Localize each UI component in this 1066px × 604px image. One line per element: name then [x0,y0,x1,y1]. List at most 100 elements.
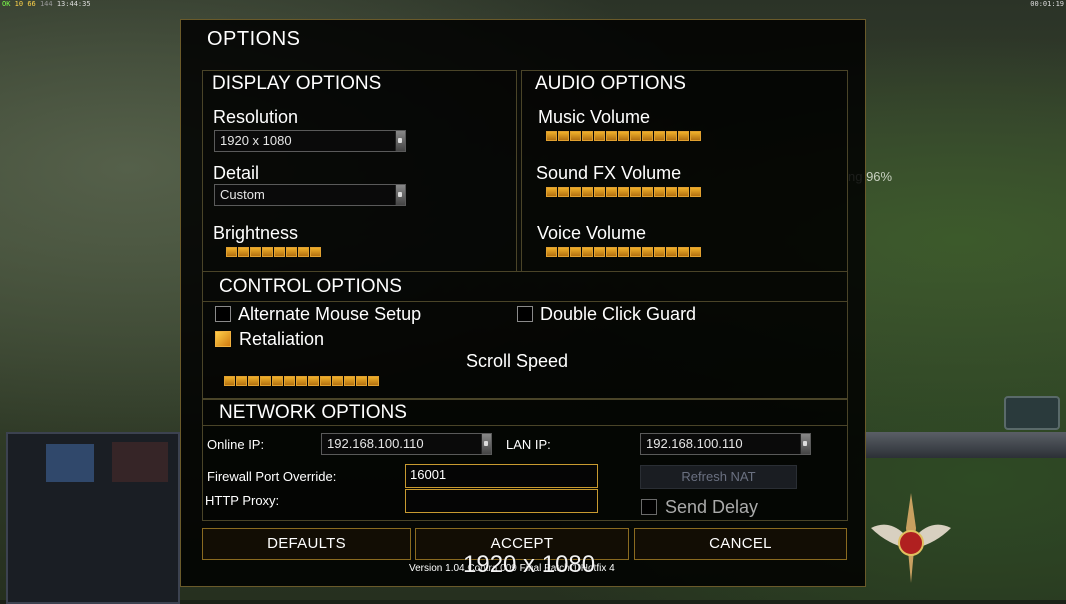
slider-segment[interactable] [274,247,285,257]
slider-segment[interactable] [582,247,593,257]
slider-segment[interactable] [558,247,569,257]
slider-segment[interactable] [284,376,295,386]
network-options-section: NETWORK OPTIONS Online IP: 192.168.100.1… [202,399,848,521]
slider-segment[interactable] [356,376,367,386]
slider-segment[interactable] [630,131,641,141]
slider-segment[interactable] [666,187,677,197]
slider-segment[interactable] [654,131,665,141]
slider-segment[interactable] [606,247,617,257]
slider-segment[interactable] [630,187,641,197]
slider-segment[interactable] [286,247,297,257]
slider-segment[interactable] [570,187,581,197]
audio-options-header: AUDIO OPTIONS [535,73,686,94]
slider-segment[interactable] [272,376,283,386]
detail-value: Custom [220,187,265,202]
slider-segment[interactable] [248,376,259,386]
slider-segment[interactable] [594,187,605,197]
slider-segment[interactable] [546,187,557,197]
slider-segment[interactable] [690,247,701,257]
slider-segment[interactable] [310,247,321,257]
slider-segment[interactable] [582,131,593,141]
slider-segment[interactable] [558,187,569,197]
detail-dropdown[interactable]: Custom [214,184,406,206]
slider-segment[interactable] [332,376,343,386]
slider-segment[interactable] [298,247,309,257]
double-click-guard-checkbox[interactable] [517,306,533,322]
status-value-2: 66 [27,0,36,8]
slider-segment[interactable] [296,376,307,386]
sound-fx-volume-slider[interactable] [546,187,701,197]
slider-segment[interactable] [262,247,273,257]
slider-segment[interactable] [368,376,379,386]
slider-segment[interactable] [642,247,653,257]
brightness-slider[interactable] [226,247,321,257]
audio-options-section: AUDIO OPTIONS Music Volume Sound FX Volu… [521,70,848,272]
slider-segment[interactable] [594,247,605,257]
chevron-down-icon[interactable] [800,434,810,454]
music-volume-slider[interactable] [546,131,701,141]
slider-segment[interactable] [606,131,617,141]
slider-segment[interactable] [558,131,569,141]
resolution-value: 1920 x 1080 [220,133,292,148]
defaults-button[interactable]: DEFAULTS [202,528,411,560]
send-delay-checkbox[interactable] [641,499,657,515]
slider-segment[interactable] [678,187,689,197]
online-ip-value: 192.168.100.110 [327,436,424,451]
detail-label: Detail [213,163,260,183]
slider-segment[interactable] [570,131,581,141]
slider-segment[interactable] [260,376,271,386]
slider-segment[interactable] [630,247,641,257]
slider-segment[interactable] [690,187,701,197]
slider-segment[interactable] [224,376,235,386]
sidebar-tab-strip[interactable] [864,432,1066,458]
resolution-dropdown[interactable]: 1920 x 1080 [214,130,406,152]
http-proxy-input[interactable] [405,489,598,513]
slider-segment[interactable] [642,131,653,141]
slider-segment[interactable] [238,247,249,257]
slider-segment[interactable] [582,187,593,197]
alternate-mouse-checkbox[interactable] [215,306,231,322]
cancel-button[interactable]: CANCEL [634,528,847,560]
slider-segment[interactable] [654,247,665,257]
scroll-speed-slider[interactable] [224,376,379,386]
chevron-down-icon[interactable] [395,185,405,205]
chevron-down-icon[interactable] [395,131,405,151]
minimap-region [46,444,94,482]
alternate-mouse-label[interactable]: Alternate Mouse Setup [238,304,421,325]
http-proxy-label: HTTP Proxy: [205,493,280,508]
slider-segment[interactable] [250,247,261,257]
double-click-guard-label[interactable]: Double Click Guard [540,304,696,325]
slider-segment[interactable] [666,131,677,141]
slider-segment[interactable] [642,187,653,197]
voice-volume-slider[interactable] [546,247,701,257]
slider-segment[interactable] [226,247,237,257]
slider-segment[interactable] [666,247,677,257]
slider-segment[interactable] [678,247,689,257]
slider-segment[interactable] [654,187,665,197]
slider-segment[interactable] [606,187,617,197]
slider-segment[interactable] [320,376,331,386]
send-delay-label[interactable]: Send Delay [665,497,758,518]
slider-segment[interactable] [236,376,247,386]
radar-icon[interactable] [1004,396,1060,430]
slider-segment[interactable] [618,131,629,141]
slider-segment[interactable] [344,376,355,386]
slider-segment[interactable] [618,187,629,197]
slider-segment[interactable] [570,247,581,257]
online-ip-dropdown[interactable]: 192.168.100.110 [321,433,492,455]
slider-segment[interactable] [678,131,689,141]
slider-segment[interactable] [690,131,701,141]
chevron-down-icon[interactable] [481,434,491,454]
slider-segment[interactable] [546,247,557,257]
slider-segment[interactable] [308,376,319,386]
slider-segment[interactable] [618,247,629,257]
retaliation-checkbox[interactable] [215,331,231,347]
minimap[interactable] [6,432,180,604]
firewall-port-input[interactable]: 16001 [405,464,598,488]
slider-segment[interactable] [594,131,605,141]
refresh-nat-button[interactable]: Refresh NAT [640,465,797,489]
slider-segment[interactable] [546,131,557,141]
lan-ip-dropdown[interactable]: 192.168.100.110 [640,433,811,455]
retaliation-label[interactable]: Retaliation [239,329,324,350]
status-ok: OK [2,0,11,8]
